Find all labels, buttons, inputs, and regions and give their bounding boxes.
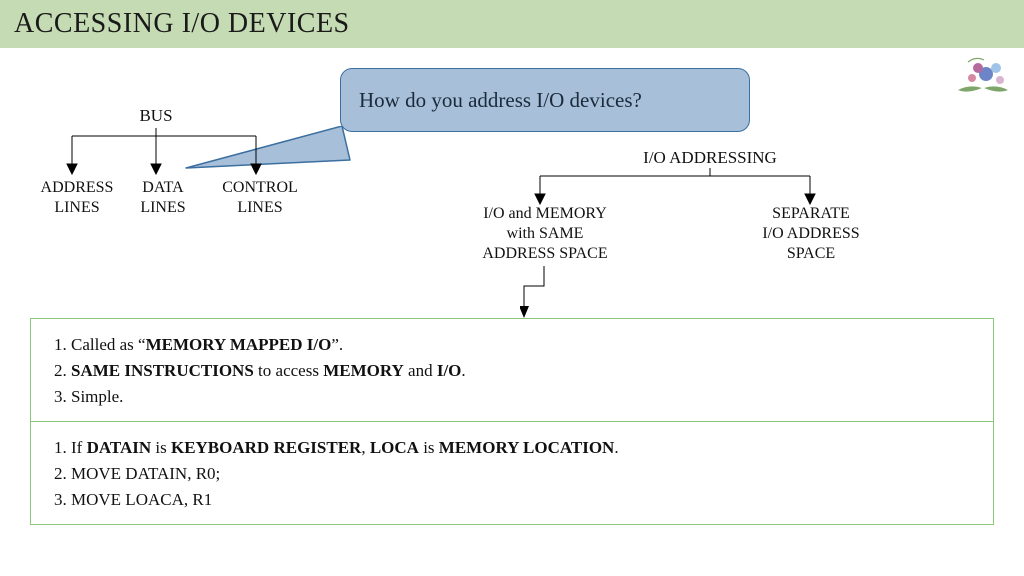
text: If [71,438,87,457]
io-leaf-same-address-space: I/O and MEMORY with SAME ADDRESS SPACE [450,204,640,264]
text-bold: LOCA [370,438,419,457]
text: to access [254,361,323,380]
text: I/O and MEMORY [483,205,607,222]
list-a: Called as “MEMORY MAPPED I/O”. SAME INST… [49,335,975,407]
list-item: SAME INSTRUCTIONS to access MEMORY and I… [71,361,975,381]
text-bold: MEMORY [323,361,404,380]
text: Simple. [71,387,123,406]
list-item: Simple. [71,387,975,407]
drop-arrow-icon [520,266,580,320]
text: is [419,438,439,457]
list-item: Called as “MEMORY MAPPED I/O”. [71,335,975,355]
text-bold: DATAIN [87,438,152,457]
info-boxes: Called as “MEMORY MAPPED I/O”. SAME INST… [30,318,994,525]
text: ADDRESS [41,179,114,196]
io-addressing-tree-connector [470,168,890,208]
question-callout: How do you address I/O devices? [340,68,750,132]
text: MOVE DATAIN, R0; [71,464,220,483]
callout-text: How do you address I/O devices? [359,88,642,113]
list-item: If DATAIN is KEYBOARD REGISTER, LOCA is … [71,438,975,458]
text: . [614,438,618,457]
text: MOVE LOACA, R1 [71,490,212,509]
slide-header: ACCESSING I/O DEVICES [0,0,1024,48]
bus-leaf-address-lines: ADDRESS LINES [32,178,122,218]
info-box-example: If DATAIN is KEYBOARD REGISTER, LOCA is … [31,422,993,524]
text-bold: KEYBOARD REGISTER [171,438,361,457]
text: Called as “ [71,335,146,354]
list-item: MOVE DATAIN, R0; [71,464,975,484]
info-box-memory-mapped: Called as “MEMORY MAPPED I/O”. SAME INST… [31,319,993,422]
text: SPACE [787,245,835,262]
slide-body: How do you address I/O devices? BUS ADDR… [0,48,1024,576]
text: CONTROL [222,179,298,196]
slide-title: ACCESSING I/O DEVICES [14,8,350,40]
list-item: MOVE LOACA, R1 [71,490,975,510]
bus-leaf-data-lines: DATA LINES [128,178,198,218]
text: and [404,361,437,380]
bus-tree-connector [28,126,298,180]
text: LINES [54,199,99,216]
floral-decoration-icon [948,54,1018,100]
text: DATA [142,179,183,196]
text: I/O ADDRESS [762,225,859,242]
text-bold: MEMORY MAPPED I/O [146,335,332,354]
text: , [361,438,370,457]
text: LINES [140,199,185,216]
text-bold: SAME INSTRUCTIONS [71,361,254,380]
text: ADDRESS SPACE [482,245,607,262]
text: SEPARATE [772,205,850,222]
text: ”. [331,335,343,354]
text: is [151,438,171,457]
io-addressing-root-label: I/O ADDRESSING [600,148,820,168]
text: LINES [237,199,282,216]
text: with SAME [507,225,584,242]
text: . [461,361,465,380]
bus-root-label: BUS [126,106,186,126]
text-bold: MEMORY LOCATION [439,438,615,457]
text-bold: I/O [437,361,462,380]
list-b: If DATAIN is KEYBOARD REGISTER, LOCA is … [49,438,975,510]
io-leaf-separate-address-space: SEPARATE I/O ADDRESS SPACE [726,204,896,264]
bus-leaf-control-lines: CONTROL LINES [210,178,310,218]
